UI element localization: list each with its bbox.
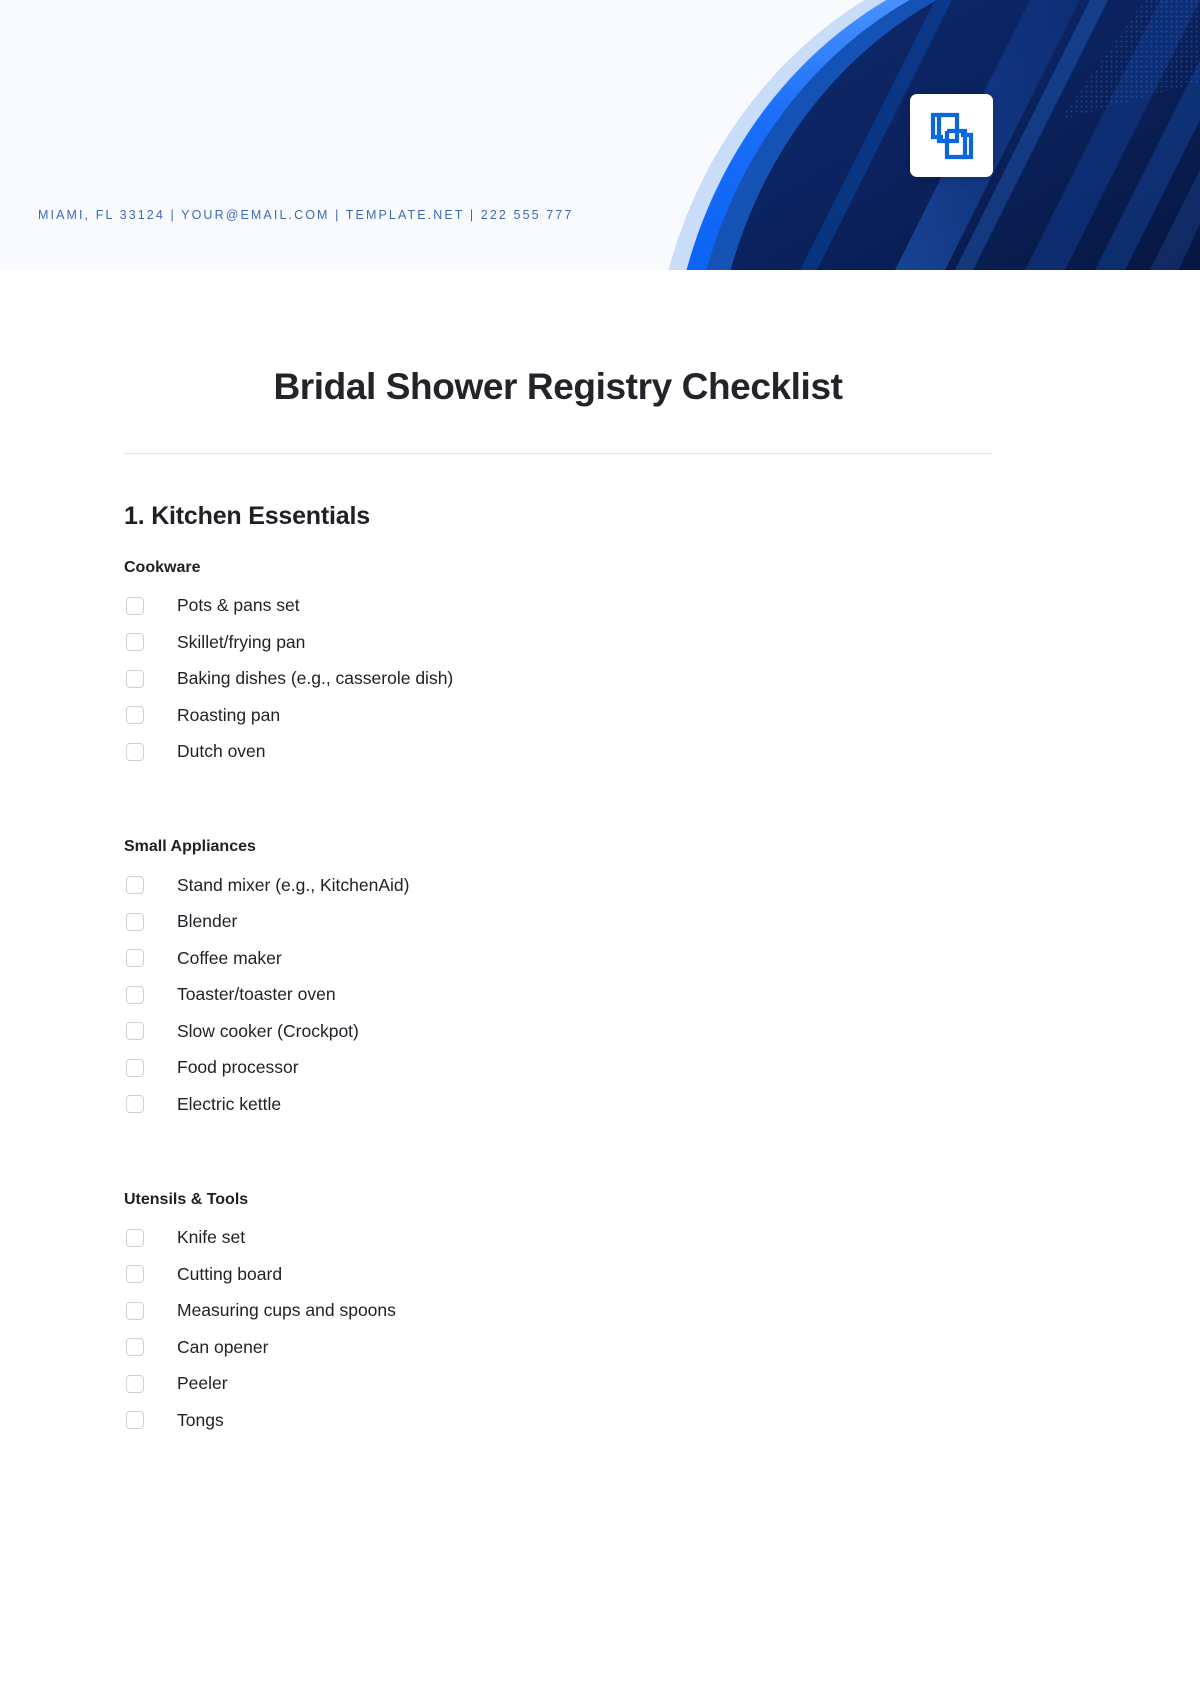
checklist-item-label: Skillet/frying pan <box>177 631 306 652</box>
checkbox[interactable] <box>126 1411 144 1430</box>
contact-info-line: MIAMI, FL 33124 | YOUR@EMAIL.COM | TEMPL… <box>38 208 574 222</box>
checkbox[interactable] <box>126 1095 144 1114</box>
header-decorative-artwork <box>580 0 1200 270</box>
checklist-item-label: Blender <box>177 911 238 932</box>
group-title: Small Appliances <box>124 838 256 856</box>
checklist-item-label: Roasting pan <box>177 704 281 725</box>
checklist-item[interactable]: Roasting pan <box>124 697 992 734</box>
document-page: MIAMI, FL 33124 | YOUR@EMAIL.COM | TEMPL… <box>0 0 1200 1696</box>
page-title: Bridal Shower Registry Checklist <box>273 366 843 407</box>
checklist-item[interactable]: Pots & pans set <box>124 588 992 625</box>
checklist-item[interactable]: Tongs <box>124 1402 992 1439</box>
checkbox[interactable] <box>126 1338 144 1357</box>
checklist-item[interactable]: Electric kettle <box>124 1086 992 1123</box>
section-heading-kitchen-essentials: 1. Kitchen Essentials <box>124 501 370 530</box>
checklist-item-label: Coffee maker <box>177 947 282 968</box>
checkbox[interactable] <box>126 876 144 895</box>
checkbox[interactable] <box>126 1022 144 1041</box>
group-title: Utensils & Tools <box>124 1190 249 1208</box>
checklist-item-label: Baking dishes (e.g., casserole dish) <box>177 668 454 689</box>
group-small-appliances: Small Appliances Stand mixer (e.g., Kitc… <box>124 838 992 1123</box>
checklist-item[interactable]: Cutting board <box>124 1256 992 1293</box>
checklist-item[interactable]: Knife set <box>124 1220 992 1257</box>
checkbox[interactable] <box>126 742 144 761</box>
checklist-item-label: Toaster/toaster oven <box>177 984 336 1005</box>
checklist-item[interactable]: Stand mixer (e.g., KitchenAid) <box>124 867 992 904</box>
group-cookware: Cookware Pots & pans set Skillet/frying … <box>124 559 992 771</box>
checkbox[interactable] <box>126 985 144 1004</box>
group-utensils-tools: Utensils & Tools Knife set Cutting board… <box>124 1191 992 1439</box>
checklist-item-label: Cutting board <box>177 1263 283 1284</box>
checkbox[interactable] <box>126 1228 144 1247</box>
title-divider <box>124 452 992 454</box>
checkbox[interactable] <box>126 949 144 968</box>
checklist-item[interactable]: Dutch oven <box>124 734 992 771</box>
checkbox[interactable] <box>126 912 144 931</box>
checklist-item-label: Measuring cups and spoons <box>177 1300 396 1321</box>
brand-logo-badge <box>910 94 993 177</box>
checkbox[interactable] <box>126 1374 144 1393</box>
checkbox[interactable] <box>126 706 144 725</box>
document-body: Bridal Shower Registry Checklist 1. Kitc… <box>124 270 992 1439</box>
checklist-item[interactable]: Skillet/frying pan <box>124 624 992 661</box>
checklist-item-label: Food processor <box>177 1057 299 1078</box>
checklist-item-label: Pots & pans set <box>177 595 300 616</box>
checklist-item[interactable]: Baking dishes (e.g., casserole dish) <box>124 661 992 698</box>
checkbox[interactable] <box>126 669 144 688</box>
checkbox[interactable] <box>126 596 144 615</box>
checkbox[interactable] <box>126 1265 144 1284</box>
checklist-item[interactable]: Toaster/toaster oven <box>124 977 992 1014</box>
checklist-item-label: Can opener <box>177 1336 269 1357</box>
checkbox[interactable] <box>126 1058 144 1077</box>
checklist-item[interactable]: Can opener <box>124 1329 992 1366</box>
checklist-item[interactable]: Peeler <box>124 1366 992 1403</box>
checklist-item[interactable]: Coffee maker <box>124 940 992 977</box>
checklist-item-label: Dutch oven <box>177 741 266 762</box>
overlapping-brackets-logo-icon <box>929 111 975 161</box>
checklist-item-label: Electric kettle <box>177 1093 282 1114</box>
checklist-item-label: Stand mixer (e.g., KitchenAid) <box>177 874 410 895</box>
checklist-item-label: Peeler <box>177 1373 228 1394</box>
checkbox[interactable] <box>126 633 144 652</box>
checklist-item[interactable]: Food processor <box>124 1050 992 1087</box>
checklist-item[interactable]: Measuring cups and spoons <box>124 1293 992 1330</box>
checklist-item-label: Slow cooker (Crockpot) <box>177 1020 359 1041</box>
checklist-item[interactable]: Blender <box>124 904 992 941</box>
checkbox[interactable] <box>126 1301 144 1320</box>
checklist-item-label: Tongs <box>177 1409 224 1430</box>
group-title: Cookware <box>124 558 201 576</box>
checklist-item-label: Knife set <box>177 1227 246 1248</box>
page-header: MIAMI, FL 33124 | YOUR@EMAIL.COM | TEMPL… <box>0 0 1200 270</box>
checklist-item[interactable]: Slow cooker (Crockpot) <box>124 1013 992 1050</box>
